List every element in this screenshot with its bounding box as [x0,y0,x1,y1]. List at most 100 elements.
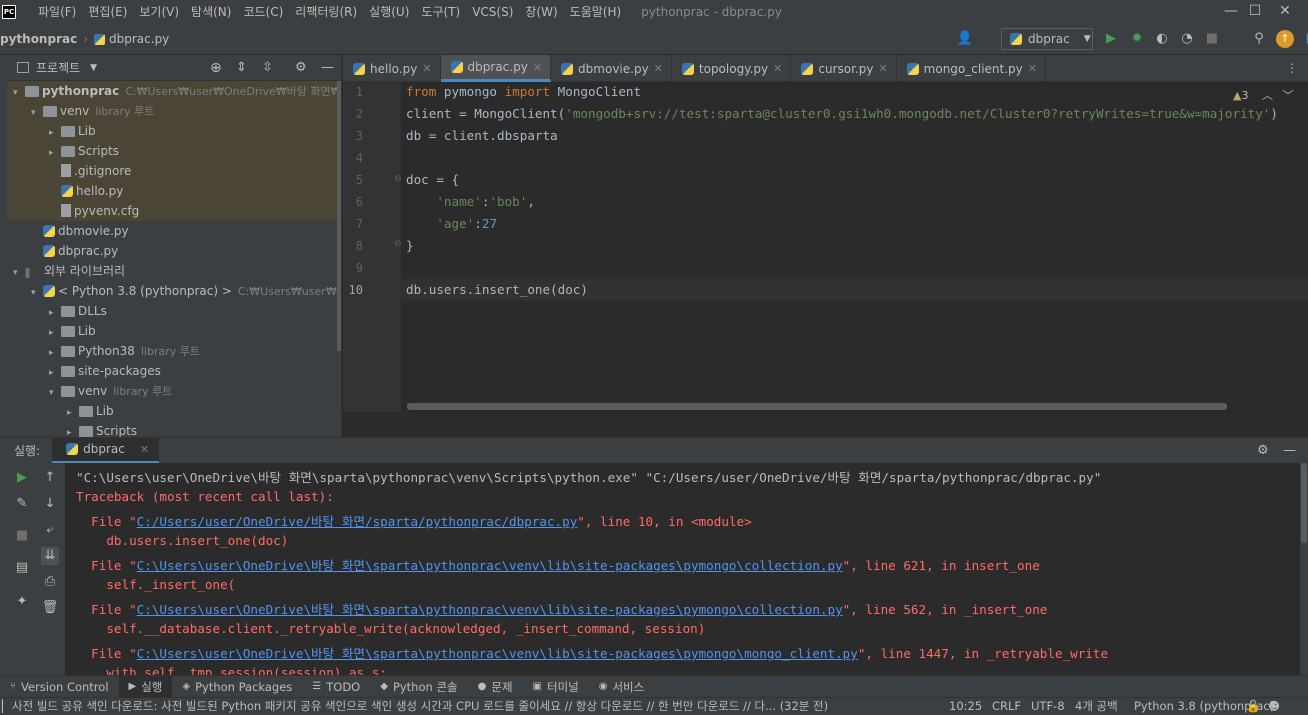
soft-wrap-icon[interactable]: ⤶ [41,521,59,539]
profile-icon[interactable]: ◔ [1178,30,1196,48]
menu-item[interactable]: 탐색(N) [185,0,237,24]
run-config-select[interactable]: dbprac ▼ [1001,28,1093,50]
tree-row[interactable]: ▸ Lib [7,401,341,421]
menu-item[interactable]: 실행(U) [363,0,415,24]
menu-item[interactable]: VCS(S) [466,0,519,24]
close-icon[interactable]: ✕ [773,62,782,75]
editor-tab[interactable]: mongo_client.py ✕ [897,55,1046,82]
expanded-arrow-icon[interactable]: ▾ [13,263,25,283]
collapsed-arrow-icon[interactable]: ▸ [49,123,61,143]
run-icon[interactable]: ▶ [1102,30,1120,48]
indent-setting[interactable]: 4개 공백 [1075,698,1118,715]
tool-window-button[interactable]: ☰ TODO [302,676,370,698]
expanded-arrow-icon[interactable]: ▾ [13,83,25,103]
menu-item[interactable]: 도움말(H) [564,0,628,24]
collapsed-arrow-icon[interactable]: ▸ [67,423,79,437]
locate-icon[interactable]: ⊕ [210,60,222,76]
collapsed-arrow-icon[interactable]: ▸ [49,303,61,323]
expanded-arrow-icon[interactable]: ▾ [31,103,43,123]
menu-item[interactable]: 파일(F) [32,0,82,24]
close-icon[interactable]: ✕ [422,62,431,75]
project-panel-title[interactable]: 프로젝트 [36,59,80,76]
debug-icon[interactable]: ✹ [1128,30,1146,48]
hide-panel-icon[interactable]: — [321,60,334,75]
scroll-down-icon[interactable]: ↓ [41,495,59,513]
hide-panel-icon[interactable]: — [1283,443,1296,458]
tool-window-button[interactable]: ▣ 터미널 [523,676,589,698]
event-log-icon[interactable]: ☻ [1268,698,1280,715]
chevron-down-icon[interactable]: ﹀ [1282,89,1293,102]
console-file-link[interactable]: C:/Users/user/OneDrive/바탕 화면/sparta/pyth… [137,514,578,529]
tree-row[interactable]: ▸ Lib [7,121,341,141]
tool-window-button[interactable]: ◉ 서비스 [589,676,654,698]
gear-icon[interactable]: ⚙ [1257,443,1269,458]
tool-window-button[interactable]: ⑂ Version Control [0,676,119,698]
user-icon[interactable]: 👤 [956,30,974,48]
gear-icon[interactable]: ⚙ [295,60,307,75]
tree-row[interactable]: ▾ venv library 루트 [7,381,341,401]
console-file-link[interactable]: C:\Users\user\OneDrive\바탕 화면\sparta\pyth… [137,646,858,661]
search-icon[interactable]: ⚲ [1250,30,1268,48]
code-line[interactable]: doc = { [406,172,459,187]
tree-row[interactable]: hello.py [7,181,341,201]
code-line[interactable]: } [406,238,414,253]
code-line[interactable]: db = client.dbsparta [406,128,558,143]
scroll-up-icon[interactable]: ↑ [41,469,59,487]
breadcrumb-file[interactable]: dbprac.py [109,32,169,46]
ide-features-icon[interactable]: ◗ [1300,30,1308,48]
tool-window-button[interactable]: ● 문제 [468,676,523,698]
close-window-button[interactable]: ✕ [1262,0,1308,24]
chevron-up-icon[interactable]: ︿ [1262,89,1273,102]
code-editor[interactable]: 1 2 3 4 5 6 7 8 9 10 ⊖ ⊖ from pymongo import MongoC… [343,82,1308,412]
collapsed-arrow-icon[interactable]: ▸ [49,343,61,363]
update-icon[interactable]: ↑ [1276,30,1294,48]
tree-row[interactable]: ▾ < Python 3.8 (pythonprac) > C:₩Users₩use… [7,281,341,301]
collapsed-arrow-icon[interactable]: ▸ [49,363,61,383]
line-separator[interactable]: CRLF [992,698,1021,715]
tree-row[interactable]: ▸ Scripts [7,421,341,437]
console-scrollbar-thumb[interactable] [1301,463,1307,543]
expand-all-icon[interactable]: ⇕ [236,60,247,75]
collapse-all-icon[interactable]: ⇳ [262,60,273,75]
tree-row[interactable]: ▸ site-packages [7,361,341,381]
menu-item[interactable]: 창(W) [519,0,563,24]
close-icon[interactable]: ✕ [878,62,887,75]
editor-horizontal-scrollbar[interactable] [407,403,1227,410]
tab-overflow-icon[interactable]: ⋮ [1276,55,1308,81]
code-line[interactable]: 'name':'bob', [406,194,535,209]
run-console[interactable]: "C:\Users\user\OneDrive\바탕 화면\sparta\pyt… [65,463,1308,675]
status-message[interactable]: 사전 빌드 공유 색인 다운로드: 사전 빌드된 Python 패키지 공유 색… [12,698,828,715]
menu-item[interactable]: 리팩터링(R) [289,0,363,24]
code-line[interactable]: db.users.insert_one(doc) [406,282,588,297]
tree-row[interactable]: pyvenv.cfg [7,201,341,221]
pin-icon[interactable]: ✦ [13,593,31,611]
tree-row[interactable]: ▸ Scripts [7,141,341,161]
collapsed-arrow-icon[interactable]: ▸ [49,323,61,343]
lock-icon[interactable]: 🔓 [1246,698,1260,715]
close-icon[interactable]: ✕ [140,443,149,456]
project-scrollbar[interactable] [337,81,341,351]
expanded-arrow-icon[interactable]: ▾ [31,283,43,303]
chevron-down-icon[interactable]: ▼ [90,63,97,73]
menu-item[interactable]: 보기(V) [133,0,185,24]
code-line[interactable]: client = MongoClient('mongodb+srv://test… [406,106,1278,121]
console-file-link[interactable]: C:\Users\user\OneDrive\바탕 화면\sparta\pyth… [137,602,843,617]
tree-row[interactable]: ▾ pythonprac C:₩Users₩user₩OneDrive₩바탕 화면₩… [7,81,341,101]
print-icon[interactable]: ⎙ [41,573,59,591]
code-line[interactable]: 'age':27 [406,216,497,231]
close-icon[interactable]: ✕ [654,62,663,75]
inspection-widget[interactable]: ▲3 ︿ ﹀ [1233,87,1293,103]
collapsed-arrow-icon[interactable]: ▸ [49,143,61,163]
coverage-icon[interactable]: ◐ [1153,30,1171,48]
close-icon[interactable]: ✕ [533,61,542,74]
editor-tab[interactable]: topology.py ✕ [672,55,792,82]
scroll-to-end-icon[interactable]: ⇊ [41,547,59,565]
menu-item[interactable]: 편집(E) [82,0,133,24]
console-file-link[interactable]: C:\Users\user\OneDrive\바탕 화면\sparta\pyth… [137,558,843,573]
tool-window-button[interactable]: ▶ 실행 [118,675,173,698]
layout-icon[interactable]: ▤ [13,559,31,577]
editor-tab[interactable]: dbmovie.py ✕ [551,55,672,82]
editor-tab[interactable]: cursor.py ✕ [791,55,897,82]
caret-position[interactable]: 10:25 [949,698,982,715]
run-tab[interactable]: dbprac ✕ [52,437,160,464]
